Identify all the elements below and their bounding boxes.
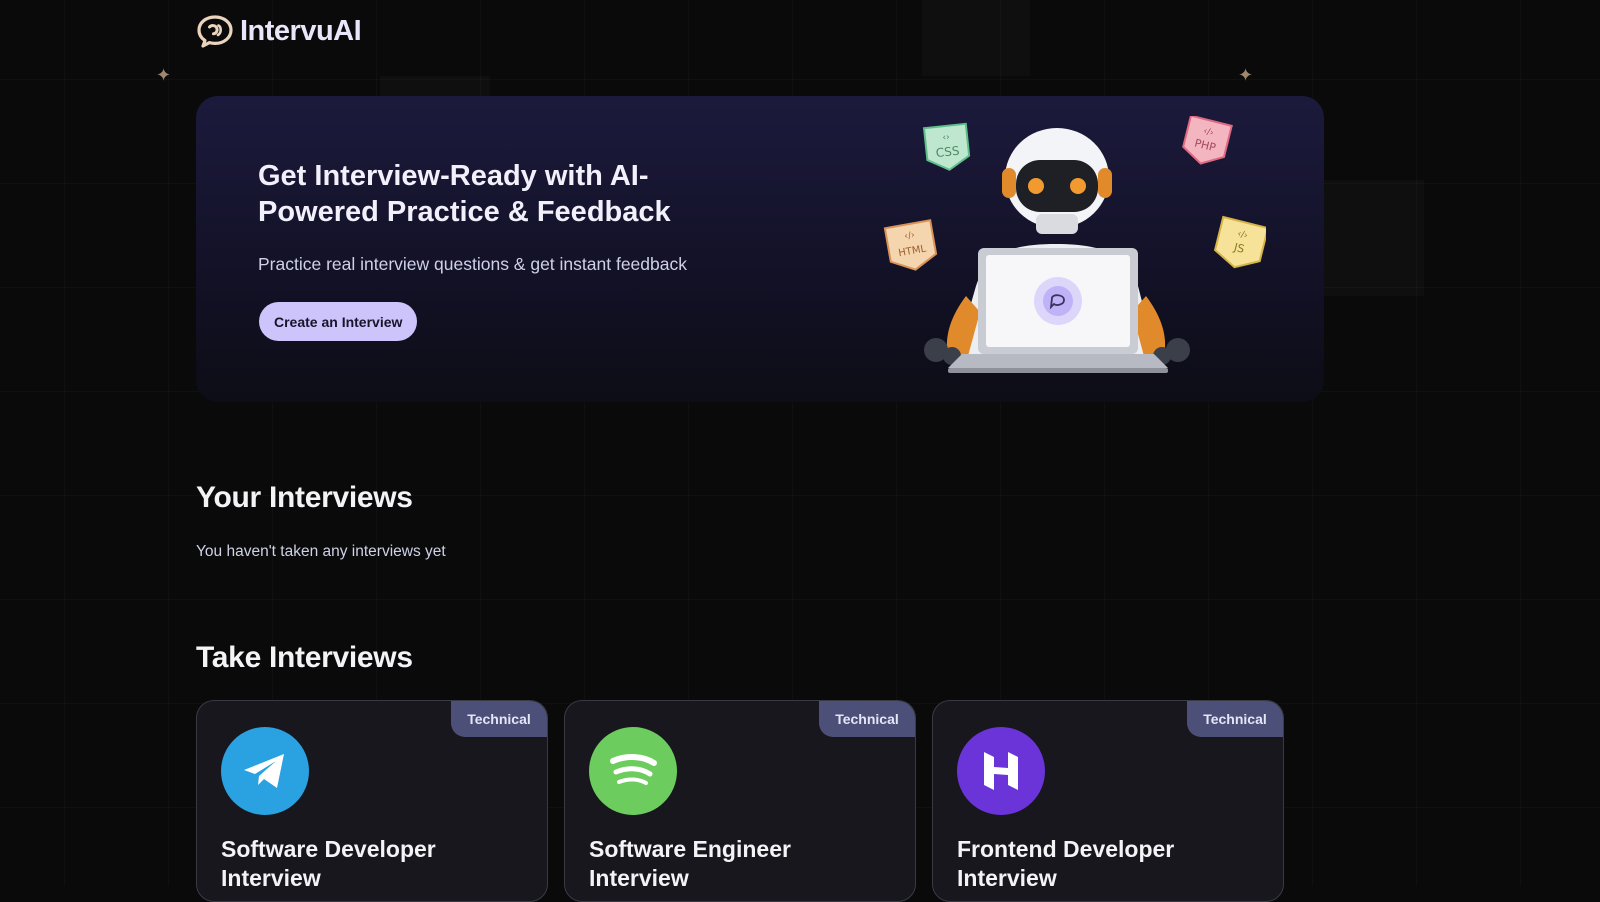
interview-type-badge: Technical [451,701,547,737]
svg-text:CSS: CSS [935,144,960,160]
telegram-icon [221,727,309,815]
interview-card-title: Software Developer Interview [221,836,436,891]
interview-type-badge: Technical [1187,701,1283,737]
hostinger-icon [957,727,1045,815]
interview-card-title: Frontend Developer Interview [957,836,1175,891]
hero-banner: Get Interview-Ready with AI-Powered Prac… [196,96,1324,402]
empty-interviews-message: You haven't taken any interviews yet [196,543,446,560]
interview-type-badge: Technical [819,701,915,737]
html-tag-icon: HTML ‹/› [883,219,938,271]
svg-text:‹/›: ‹/› [904,230,916,242]
interview-card[interactable]: Technical Frontend Developer Interview [932,700,1284,902]
css-tag-icon: CSS ‹› [922,122,971,171]
interview-card[interactable]: Technical Software Developer Interview [196,700,548,902]
php-tag-icon: PHP ‹/› [1182,116,1233,165]
background-tile [1324,180,1424,296]
brand-logo[interactable]: IntervuAI [196,14,362,48]
brand-name: IntervuAI [240,14,362,47]
take-interviews-title: Take Interviews [196,641,413,674]
interview-card[interactable]: Technical Software Engineer Interview [564,700,916,902]
svg-text:‹›: ‹› [942,133,950,144]
background-tile [922,0,1030,76]
your-interviews-title: Your Interviews [196,481,413,514]
sparkle-icon: ✦ [156,65,172,85]
robot-laptop-illustration: CSS ‹› PHP ‹/› HTML ‹/› JS ‹/› [883,116,1266,373]
create-interview-button[interactable]: Create an Interview [259,302,418,341]
js-tag-icon: JS ‹/› [1213,215,1266,269]
background-tile [380,76,490,98]
interview-card-title: Software Engineer Interview [589,836,791,891]
spotify-icon [589,727,677,815]
sparkle-icon: ✦ [1238,65,1254,85]
hero-title: Get Interview-Ready with AI-Powered Prac… [258,160,671,228]
chat-bubble-logo-icon [197,15,233,48]
hero-subtitle: Practice real interview questions & get … [258,254,687,274]
